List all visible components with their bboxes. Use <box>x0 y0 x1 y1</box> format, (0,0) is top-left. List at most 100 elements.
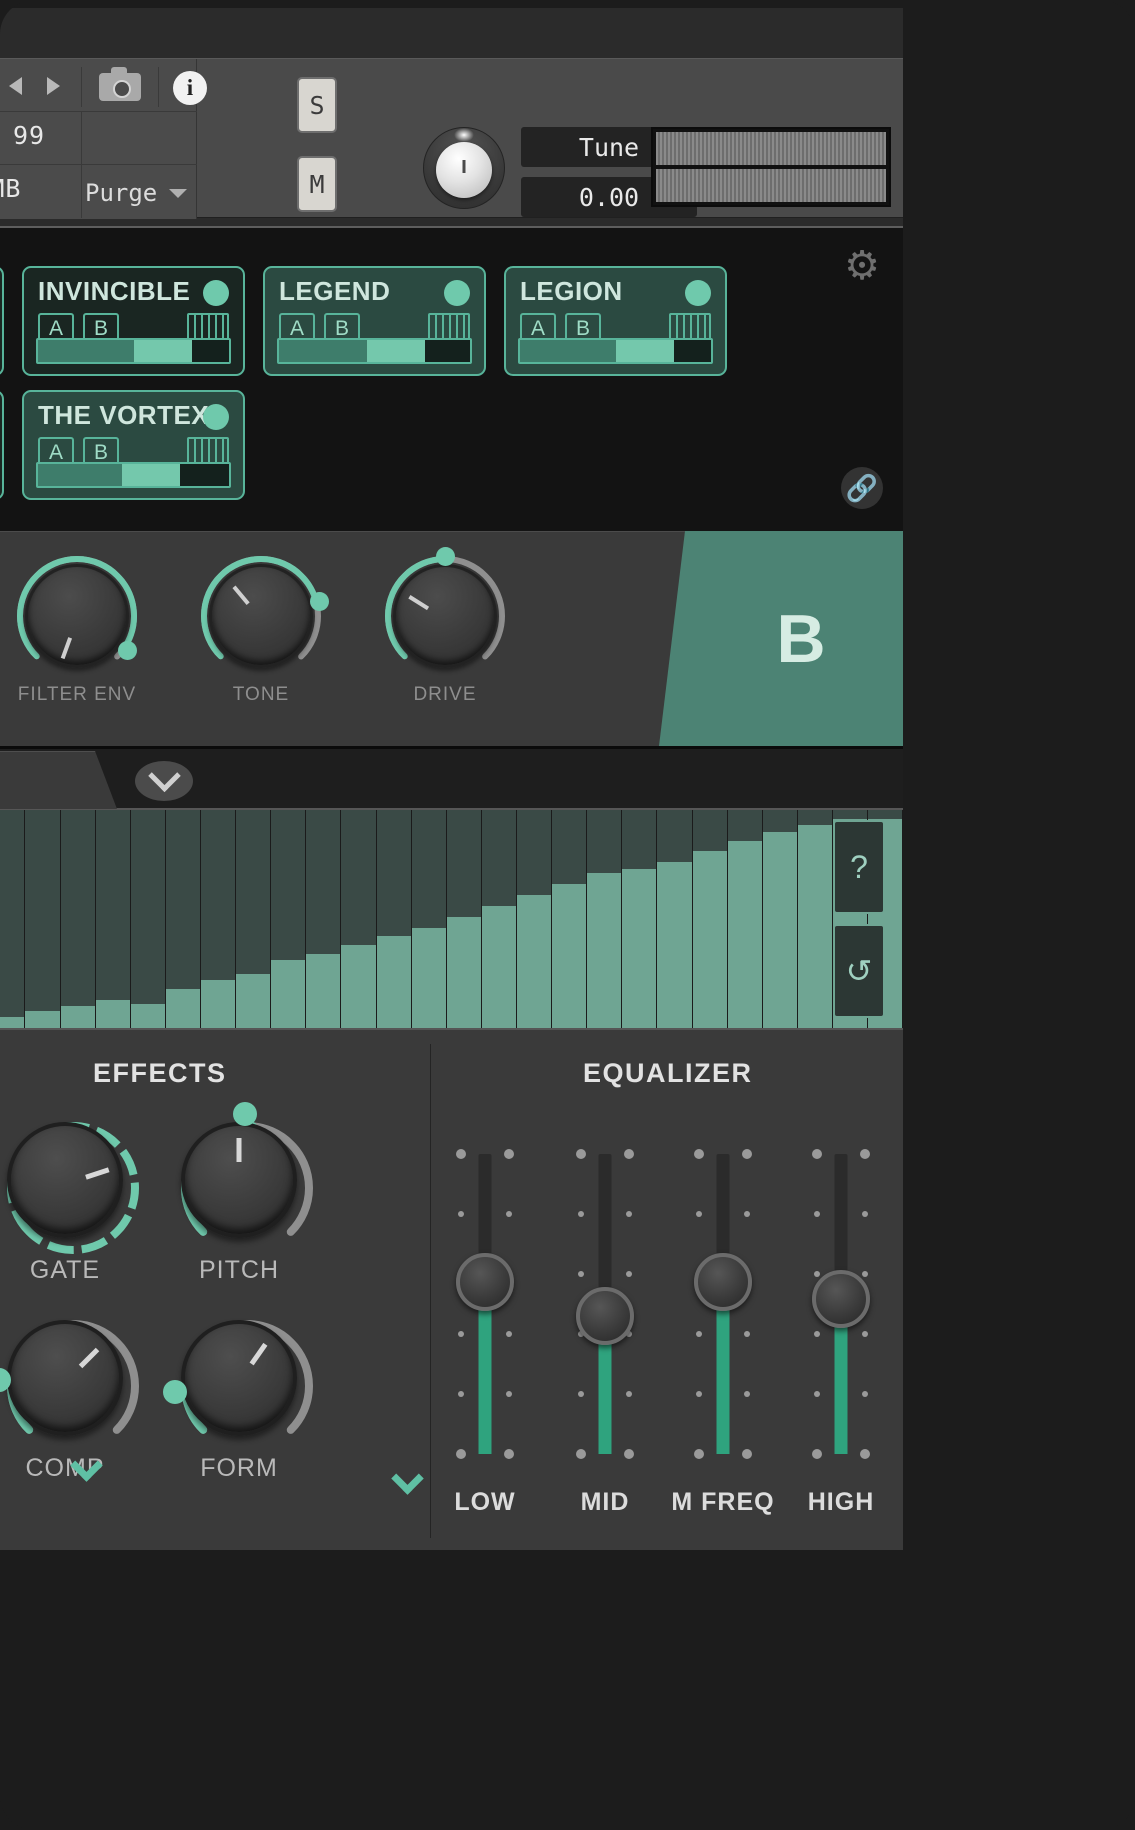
equalizer-title: EQUALIZER <box>583 1058 753 1089</box>
effect-knob[interactable]: COMP <box>7 1320 123 1436</box>
preset-slot-name: LEGION <box>520 276 623 307</box>
knob-handle[interactable] <box>436 547 455 566</box>
knob-body <box>393 564 497 668</box>
chevron-down-icon[interactable] <box>135 761 193 801</box>
header-info-block: PM i 0 Max: 99 Purge 176.84 MB <box>0 59 197 219</box>
velocity-bar[interactable] <box>412 810 447 1028</box>
app-window: PM i 0 Max: 99 Purge 176.84 MB <box>0 0 1135 1830</box>
knob-body <box>181 1122 297 1238</box>
power-dot-icon[interactable] <box>685 280 711 306</box>
effect-knob[interactable]: FORM <box>181 1320 297 1436</box>
tab-b-label: B <box>776 600 825 678</box>
header-row-memory: 176.84 MB <box>0 165 197 218</box>
effects-row1-dropdown-icon[interactable] <box>71 1454 105 1476</box>
velocity-bar[interactable] <box>517 810 552 1028</box>
eq-slider[interactable]: M FREQ <box>675 1148 771 1478</box>
velocity-bar[interactable] <box>798 810 833 1028</box>
eq-slider[interactable]: LOW <box>437 1148 533 1478</box>
tab-active[interactable] <box>0 751 117 809</box>
effects-title: EFFECTS <box>93 1058 227 1089</box>
preset-slot[interactable]: AIREAB <box>0 390 4 500</box>
effects-row2-dropdown-icon[interactable] <box>392 1467 426 1489</box>
power-dot-icon[interactable] <box>203 280 229 306</box>
velocity-bar[interactable] <box>552 810 587 1028</box>
tab-b[interactable]: B <box>659 531 903 746</box>
macro-knob-label: DRIVE <box>413 684 476 706</box>
macro-knob-label: FILTER ENV <box>18 684 136 706</box>
power-dot-icon[interactable] <box>203 404 229 430</box>
effect-knob[interactable]: PITCH <box>181 1122 297 1238</box>
preset-slot-name: THE VORTEX <box>38 400 209 431</box>
mute-button[interactable]: M <box>297 156 337 212</box>
macro-knob[interactable]: TONE <box>209 564 313 668</box>
gear-icon[interactable]: ⚙ <box>843 248 881 286</box>
velocity-bar[interactable] <box>166 810 201 1028</box>
eq-label: LOW <box>454 1488 515 1517</box>
effect-knob[interactable]: GATE <box>7 1122 123 1238</box>
knob-body <box>209 564 313 668</box>
effect-knob-label: FORM <box>200 1454 278 1483</box>
velocity-bar[interactable] <box>201 810 236 1028</box>
knob-handle[interactable] <box>118 641 137 660</box>
preset-level-slider[interactable] <box>36 462 231 488</box>
macro-knob[interactable]: FILTER ENV <box>25 564 129 668</box>
tune-knob[interactable] <box>423 127 505 209</box>
macro-knob-label: TONE <box>233 684 289 706</box>
info-icon[interactable]: i <box>173 71 207 105</box>
help-button[interactable]: ? <box>833 820 885 914</box>
link-icon[interactable]: 🔗 <box>841 467 883 509</box>
velocity-bar[interactable] <box>587 810 622 1028</box>
prev-arrow-icon[interactable] <box>9 77 22 95</box>
preset-slot[interactable]: THE VORTEXAB <box>22 390 245 500</box>
velocity-bar[interactable] <box>763 810 798 1028</box>
preset-level-slider[interactable] <box>518 338 713 364</box>
velocity-bar[interactable] <box>622 810 657 1028</box>
instrument-header: PM i 0 Max: 99 Purge 176.84 MB <box>0 58 903 218</box>
velocity-bar[interactable] <box>728 810 763 1028</box>
eq-handle[interactable] <box>576 1287 634 1345</box>
knob-body <box>7 1122 123 1238</box>
preset-slot[interactable]: INVINCIBLEAB <box>22 266 245 376</box>
velocity-bar[interactable] <box>657 810 692 1028</box>
velocity-bar[interactable] <box>96 810 131 1028</box>
velocity-bar[interactable] <box>0 810 25 1028</box>
velocity-bar[interactable] <box>131 810 166 1028</box>
preset-slot[interactable]: ORTALAB <box>0 266 4 376</box>
power-dot-icon[interactable] <box>444 280 470 306</box>
eq-handle[interactable] <box>456 1253 514 1311</box>
velocity-bar[interactable] <box>271 810 306 1028</box>
eq-label: M FREQ <box>671 1488 774 1517</box>
preset-level-slider[interactable] <box>277 338 472 364</box>
reset-button[interactable]: ↺ <box>833 924 885 1018</box>
knob-body <box>7 1320 123 1436</box>
effect-knob-label: PITCH <box>199 1256 279 1285</box>
editor-tab-strip <box>0 746 903 810</box>
preset-slot[interactable]: LEGIONAB <box>504 266 727 376</box>
velocity-bar[interactable] <box>377 810 412 1028</box>
eq-handle[interactable] <box>812 1270 870 1328</box>
camera-icon <box>99 73 141 101</box>
preset-level-slider[interactable] <box>36 338 231 364</box>
preset-grid: ⚙ 🔗 ORTALAB INVINCIBLEABLEGENDABLEGIONAB A… <box>0 226 903 531</box>
max-value: 99 <box>13 121 45 150</box>
velocity-bar[interactable] <box>482 810 517 1028</box>
velocity-bar[interactable] <box>693 810 728 1028</box>
next-arrow-icon[interactable] <box>47 77 60 95</box>
solo-button[interactable]: S <box>297 77 337 133</box>
output-vu-meter <box>651 127 891 207</box>
knob-handle[interactable] <box>163 1380 187 1404</box>
eq-slider[interactable]: MID <box>557 1148 653 1478</box>
velocity-bar[interactable] <box>306 810 341 1028</box>
velocity-curve-display[interactable]: ? ↺ <box>0 810 903 1028</box>
velocity-bar[interactable] <box>341 810 376 1028</box>
velocity-bar[interactable] <box>447 810 482 1028</box>
macro-knob[interactable]: DRIVE <box>393 564 497 668</box>
snapshot-button[interactable] <box>81 67 159 107</box>
eq-slider[interactable]: HIGH <box>793 1148 889 1478</box>
preset-slot-name: LEGEND <box>279 276 390 307</box>
eq-handle[interactable] <box>694 1253 752 1311</box>
velocity-bar[interactable] <box>25 810 60 1028</box>
velocity-bar[interactable] <box>236 810 271 1028</box>
preset-slot[interactable]: LEGENDAB <box>263 266 486 376</box>
velocity-bar[interactable] <box>61 810 96 1028</box>
